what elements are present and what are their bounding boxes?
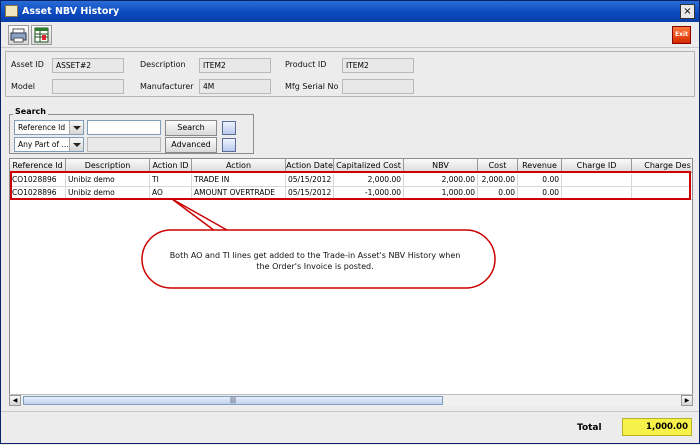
total-value: 1,000.00 — [622, 418, 692, 436]
cell-action-date: 05/15/2012 — [286, 174, 334, 187]
title-bar: Asset NBV History × — [1, 1, 699, 22]
cell-charge-id — [562, 174, 632, 187]
match-type-combo[interactable]: Any Part of ... — [14, 137, 84, 152]
description-field: ITEM2 — [199, 58, 271, 73]
table-row[interactable]: CO1028896 Unibiz demo TI TRADE IN 05/15/2012… — [10, 174, 692, 187]
cell-action-date: 05/15/2012 — [286, 187, 334, 200]
mfg-serial-label: Mfg Serial No — [285, 82, 339, 91]
window-title: Asset NBV History — [22, 6, 120, 17]
cell-charge-desc — [632, 174, 692, 187]
printer-icon — [10, 28, 27, 43]
column-header-action[interactable]: Action — [192, 159, 286, 173]
column-header-action-date[interactable]: Action Date — [286, 159, 334, 173]
model-label: Model — [11, 82, 36, 91]
cell-action-id: TI — [150, 174, 192, 187]
search-button[interactable]: Search — [165, 120, 217, 136]
asset-id-field: ASSET#2 — [52, 58, 124, 73]
mfg-serial-field — [342, 79, 414, 94]
cell-description: Unibiz demo — [66, 174, 150, 187]
nbv-history-table: Reference Id Description Action ID Action Ac… — [9, 158, 693, 406]
callout-text: Both AO and TI lines get added to the Tr… — [169, 251, 461, 271]
manufacturer-label: Manufacturer — [140, 82, 194, 91]
asset-nbv-history-window: Asset NBV History × Exit Asset ID ASSET#… — [0, 0, 700, 444]
search-field-value: Reference Id — [18, 123, 66, 132]
cell-revenue: 0.00 — [518, 174, 562, 187]
scroll-thumb[interactable]: ||| — [23, 396, 443, 405]
toolbar: Exit — [1, 22, 699, 48]
search-group: Search Reference Id Search Any Part of .… — [9, 107, 254, 154]
model-field — [52, 79, 124, 94]
app-icon — [5, 5, 18, 17]
column-header-action-id[interactable]: Action ID — [150, 159, 192, 173]
column-header-revenue[interactable]: Revenue — [518, 159, 562, 173]
export-excel-button[interactable] — [31, 25, 52, 45]
cell-action: TRADE IN — [192, 174, 286, 187]
cell-reference-id: CO1028896 — [10, 187, 66, 200]
search-input[interactable] — [87, 120, 161, 135]
total-label: Total — [577, 423, 602, 433]
cell-nbv: 2,000.00 — [404, 174, 478, 187]
cell-action-id: AO — [150, 187, 192, 200]
cell-cost: 2,000.00 — [478, 174, 518, 187]
manufacturer-field: 4M — [199, 79, 271, 94]
asset-info-panel: Asset ID ASSET#2 Description ITEM2 Produ… — [5, 51, 695, 97]
total-bar: Total 1,000.00 — [1, 411, 699, 443]
scroll-left-icon[interactable]: ◀ — [9, 395, 21, 406]
column-header-capitalized-cost[interactable]: Capitalized Cost — [334, 159, 404, 173]
cell-capitalized-cost: -1,000.00 — [334, 187, 404, 200]
table-header: Reference Id Description Action ID Action Ac… — [10, 159, 692, 173]
advanced-button[interactable]: Advanced — [165, 137, 217, 153]
search-input-secondary[interactable] — [87, 137, 161, 152]
chevron-down-icon[interactable] — [69, 121, 83, 134]
chevron-down-icon[interactable] — [69, 138, 83, 151]
exit-button[interactable]: Exit — [672, 26, 691, 44]
cell-capitalized-cost: 2,000.00 — [334, 174, 404, 187]
print-button[interactable] — [8, 25, 29, 45]
horizontal-scrollbar[interactable]: ◀ ||| ▶ — [9, 394, 693, 406]
product-id-field: ITEM2 — [342, 58, 414, 73]
cell-reference-id: CO1028896 — [10, 174, 66, 187]
column-header-cost[interactable]: Cost — [478, 159, 518, 173]
cell-charge-id — [562, 187, 632, 200]
cell-charge-desc — [632, 187, 692, 200]
column-header-charge-id[interactable]: Charge ID — [562, 159, 632, 173]
advanced-search-icon[interactable] — [222, 138, 236, 152]
search-icon[interactable] — [222, 121, 236, 135]
column-header-charge-desc[interactable]: Charge Des — [632, 159, 692, 173]
cell-description: Unibiz demo — [66, 187, 150, 200]
table-row[interactable]: CO1028896 Unibiz demo AO AMOUNT OVERTRADE 05… — [10, 187, 692, 200]
search-field-combo[interactable]: Reference Id — [14, 120, 84, 135]
match-type-value: Any Part of ... — [18, 140, 69, 149]
column-header-reference-id[interactable]: Reference Id — [10, 159, 66, 173]
cell-cost: 0.00 — [478, 187, 518, 200]
cell-action: AMOUNT OVERTRADE — [192, 187, 286, 200]
description-label: Description — [140, 60, 186, 69]
scroll-right-icon[interactable]: ▶ — [681, 395, 693, 406]
cell-nbv: 1,000.00 — [404, 187, 478, 200]
search-legend: Search — [13, 107, 48, 116]
cell-revenue: 0.00 — [518, 187, 562, 200]
column-header-nbv[interactable]: NBV — [404, 159, 478, 173]
product-id-label: Product ID — [285, 60, 327, 69]
close-button[interactable]: × — [680, 4, 695, 19]
asset-id-label: Asset ID — [11, 60, 44, 69]
column-header-description[interactable]: Description — [66, 159, 150, 173]
spreadsheet-icon — [34, 27, 49, 43]
